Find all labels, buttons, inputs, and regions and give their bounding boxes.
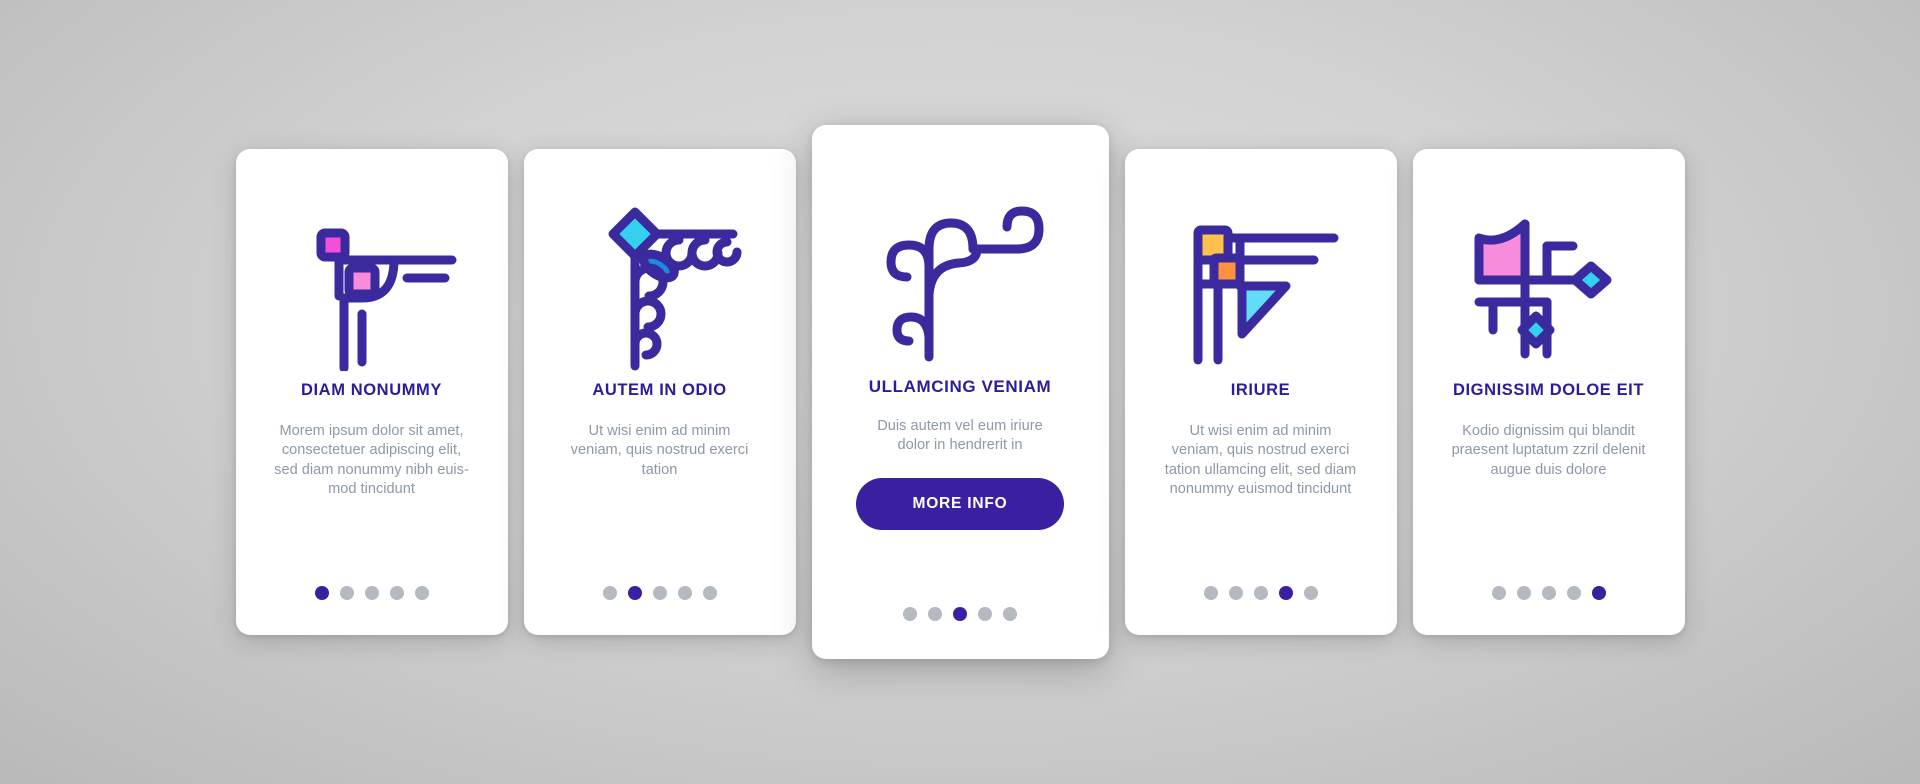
pagination-dot-3[interactable] (652, 586, 667, 600)
card-title: ULLAMCING VENIAM (868, 377, 1052, 396)
card-title: DIAM NONUMMY (300, 381, 443, 399)
card-title: AUTEM IN ODIO (592, 381, 727, 399)
pagination-dot-4[interactable] (1278, 586, 1293, 600)
corner-ornament-squares-icon (236, 195, 508, 381)
pagination-dot-5[interactable] (1591, 586, 1606, 600)
onboarding-card-1[interactable]: DIAM NONUMMY Morem ipsum dolor sit amet,… (235, 149, 508, 635)
pagination-dot-3[interactable] (1253, 586, 1268, 600)
onboarding-card-4[interactable]: IRIURE Ut wisi enim ad minim veniam, qui… (1124, 149, 1397, 635)
pagination-dot-2[interactable] (627, 586, 642, 600)
card-body: Ut wisi enim ad minim veniam, quis nostr… (570, 423, 749, 478)
onboarding-card-5[interactable]: DIGNISSIM DOLOE EIT Kodio dignissim qui … (1412, 149, 1685, 635)
pagination-dots[interactable] (236, 586, 508, 600)
pagination-dot-1[interactable] (602, 586, 617, 600)
card-title: DIGNISSIM DOLOE EIT (1452, 381, 1645, 399)
pagination-dot-2[interactable] (1516, 586, 1531, 600)
corner-ornament-scroll-icon (812, 177, 1109, 377)
pagination-dots[interactable] (1125, 586, 1397, 600)
pagination-dot-4[interactable] (1566, 586, 1581, 600)
pagination-dot-3[interactable] (1541, 586, 1556, 600)
pagination-dot-1[interactable] (314, 586, 329, 600)
pagination-dot-1[interactable] (1491, 586, 1506, 600)
pagination-dot-2[interactable] (928, 607, 942, 621)
pagination-dot-5[interactable] (702, 586, 717, 600)
pagination-dot-4[interactable] (978, 607, 992, 621)
card-title: IRIURE (1230, 381, 1291, 399)
pagination-dot-5[interactable] (1003, 607, 1017, 621)
corner-ornament-banner-diamonds-icon (1413, 195, 1685, 381)
pagination-dot-1[interactable] (903, 607, 917, 621)
pagination-dots[interactable] (524, 586, 796, 600)
pagination-dot-3[interactable] (364, 586, 379, 600)
card-body: Ut wisi enim ad minim veniam, quis nostr… (1164, 423, 1357, 498)
more-info-button[interactable]: MORE INFO (856, 477, 1064, 530)
onboarding-card-2[interactable]: AUTEM IN ODIO Ut wisi enim ad minim veni… (523, 149, 796, 635)
corner-ornament-triangle-icon (1125, 195, 1397, 381)
pagination-dot-2[interactable] (1228, 586, 1243, 600)
card-body: Kodio dignissim qui blandit praesent lup… (1451, 423, 1646, 478)
pagination-dots[interactable] (812, 607, 1109, 621)
pagination-dot-5[interactable] (1303, 586, 1318, 600)
corner-ornament-diamond-leaf-icon (524, 195, 796, 381)
pagination-dot-1[interactable] (1203, 586, 1218, 600)
card-body: Morem ipsum dolor sit amet, consectetuer… (274, 423, 469, 498)
card-body: Duis autem vel eum iriure dolor in hendr… (877, 418, 1043, 454)
pagination-dots[interactable] (1413, 586, 1685, 600)
pagination-dot-5[interactable] (414, 586, 429, 600)
pagination-dot-2[interactable] (339, 586, 354, 600)
pagination-dot-3[interactable] (953, 607, 967, 621)
pagination-dot-4[interactable] (677, 586, 692, 600)
pagination-dot-4[interactable] (389, 586, 404, 600)
onboarding-carousel: DIAM NONUMMY Morem ipsum dolor sit amet,… (0, 0, 1920, 784)
onboarding-card-3[interactable]: ULLAMCING VENIAM Duis autem vel eum iriu… (811, 125, 1109, 659)
